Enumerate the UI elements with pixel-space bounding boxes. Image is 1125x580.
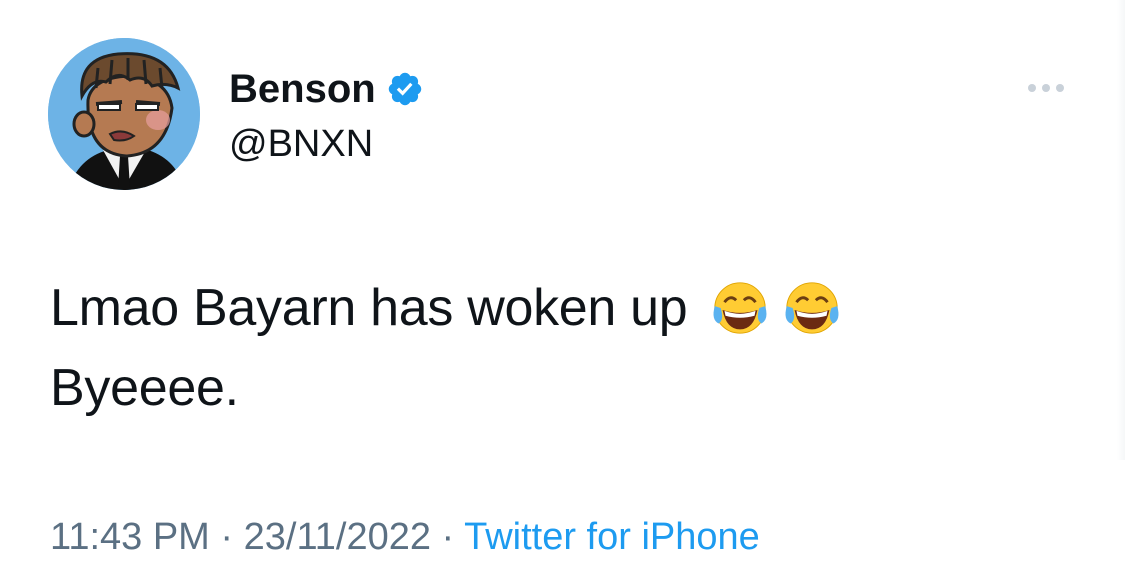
author-display-name[interactable]: Benson xyxy=(229,66,376,112)
avatar-illustration xyxy=(48,38,200,190)
more-horizontal-icon xyxy=(1056,84,1064,92)
tweet-text-line-1: Lmao Bayarn has woken up xyxy=(50,279,688,337)
more-horizontal-icon xyxy=(1028,84,1036,92)
meta-separator: · xyxy=(431,516,465,558)
card-edge-shadow xyxy=(1117,0,1125,460)
tweet-date[interactable]: 23/11/2022 xyxy=(244,516,431,558)
tweet-text-line: Lmao Bayarn has woken up xyxy=(50,268,843,348)
tweet-card: Benson @BNXN Lmao Bayarn has woken up By… xyxy=(0,0,1125,580)
tweet-source-link[interactable]: Twitter for iPhone xyxy=(464,516,760,558)
author-handle[interactable]: @BNXN xyxy=(229,122,373,166)
tweet-time[interactable]: 11:43 PM xyxy=(50,516,210,558)
more-horizontal-icon xyxy=(1042,84,1050,92)
verified-badge-icon xyxy=(388,72,421,106)
face-with-tears-of-joy-icon xyxy=(785,282,839,334)
tweet-text-line: Byeeee. xyxy=(50,348,843,428)
author-name-row: Benson xyxy=(229,66,424,112)
author-avatar[interactable] xyxy=(48,38,200,190)
meta-separator: · xyxy=(209,516,244,558)
tweet-text: Lmao Bayarn has woken up Byeeee. xyxy=(50,268,843,428)
tweet-text-line-2: Byeeee. xyxy=(50,359,239,417)
face-with-tears-of-joy-icon xyxy=(713,282,767,334)
more-options-button[interactable] xyxy=(1028,78,1074,98)
tweet-meta: 11:43 PM · 23/11/2022 · Twitter for iPho… xyxy=(50,512,760,562)
